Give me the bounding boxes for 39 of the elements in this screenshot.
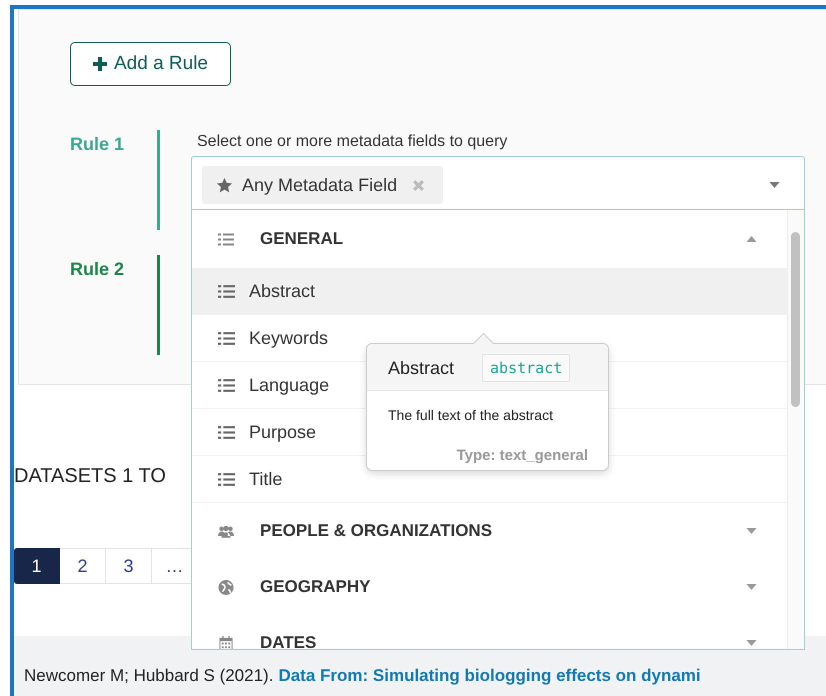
rule-label: Rule 2 bbox=[70, 259, 126, 281]
group-header[interactable]: DATES bbox=[192, 615, 787, 649]
page-button[interactable]: 1 bbox=[14, 548, 60, 584]
group-header[interactable]: GENERAL bbox=[192, 210, 787, 268]
caret-down-icon bbox=[746, 528, 757, 534]
result-title-link[interactable]: Data From: Simulating biologging effects on dynami bbox=[278, 666, 701, 686]
remove-icon[interactable] bbox=[412, 178, 426, 192]
field-prompt: Select one or more metadata fields to query bbox=[197, 133, 508, 152]
page-button[interactable]: 2 bbox=[60, 548, 106, 584]
list-icon bbox=[218, 330, 235, 346]
field-option[interactable]: Abstract bbox=[192, 268, 787, 315]
rule-label: Rule 1 bbox=[70, 134, 126, 156]
caret-down-icon bbox=[746, 640, 757, 646]
list-icon bbox=[218, 378, 235, 392]
plus-icon bbox=[92, 57, 107, 71]
list-icon bbox=[218, 424, 235, 440]
field-select[interactable]: Any Metadata Field bbox=[191, 156, 805, 210]
star-icon bbox=[216, 176, 233, 194]
caret-down-icon bbox=[746, 584, 757, 590]
result-authors: Newcomer M; Hubbard S (2021). bbox=[24, 666, 274, 686]
caret-up-icon bbox=[746, 236, 757, 242]
tooltip-description: The full text of the abstract bbox=[387, 406, 554, 423]
page-button[interactable]: 3 bbox=[106, 548, 152, 584]
field-code: abstract bbox=[482, 354, 570, 382]
group-label: PEOPLE & ORGANIZATIONS bbox=[260, 521, 494, 541]
people-icon bbox=[218, 524, 234, 538]
group-label: DATES bbox=[260, 633, 318, 649]
globe-icon bbox=[218, 580, 234, 594]
list-icon bbox=[218, 284, 235, 298]
results-heading: DATASETS 1 TO bbox=[14, 465, 166, 488]
caret-icon bbox=[769, 182, 780, 188]
add-rule-button[interactable]: Add a Rule bbox=[70, 42, 231, 86]
group-label: GENERAL bbox=[260, 229, 344, 249]
list-icon bbox=[218, 472, 235, 486]
group-label: GEOGRAPHY bbox=[260, 577, 372, 597]
list-icon bbox=[218, 232, 234, 246]
calendar-icon bbox=[218, 636, 234, 649]
scrollbar[interactable] bbox=[787, 210, 804, 649]
chip-label: Any Metadata Field bbox=[242, 174, 398, 196]
